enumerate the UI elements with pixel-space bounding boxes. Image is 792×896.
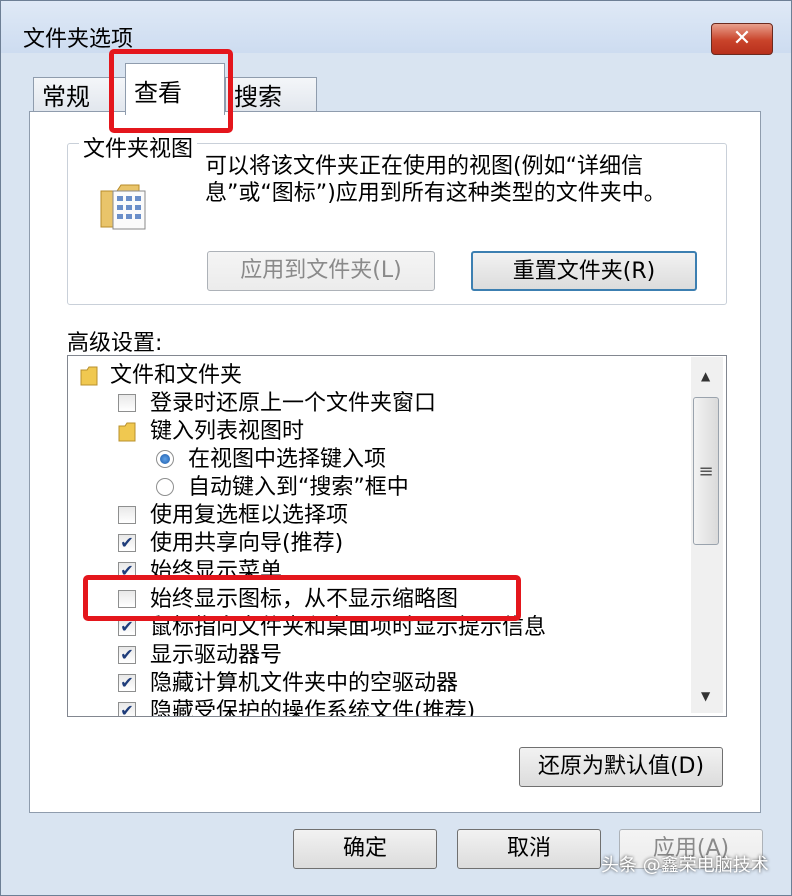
checkbox[interactable] <box>118 394 136 412</box>
folder-icon <box>80 366 98 386</box>
checkbox[interactable] <box>118 506 136 524</box>
option-label: 隐藏受保护的操作系统文件(推荐) <box>150 699 476 717</box>
folder-options-dialog: 文件夹选项 ✕ 常规 查看 搜索 文件夹视图 可以将该文件夹正在使用的视图(例如… <box>0 0 792 896</box>
option-label: 登录时还原上一个文件夹窗口 <box>150 391 437 416</box>
tab-search[interactable]: 搜索 <box>225 77 317 113</box>
tree-label: 键入列表视图时 <box>150 419 305 444</box>
option-label: 自动键入到“搜索”框中 <box>188 475 409 500</box>
advanced-settings-label: 高级设置: <box>67 331 163 356</box>
option-label: 使用复选框以选择项 <box>150 503 349 528</box>
checkbox[interactable]: ✔ <box>118 646 136 664</box>
checkbox[interactable]: ✔ <box>118 674 136 692</box>
option-label: 隐藏计算机文件夹中的空驱动器 <box>150 671 459 696</box>
option-hide-protected-files[interactable]: ✔ 隐藏受保护的操作系统文件(推荐) <box>118 698 476 717</box>
radio-button[interactable] <box>156 450 174 468</box>
title-bar: 文件夹选项 ✕ <box>1 1 791 55</box>
checkbox[interactable]: ✔ <box>118 534 136 552</box>
checkbox[interactable]: ✔ <box>118 702 136 716</box>
folder-views-title: 文件夹视图 <box>79 131 198 163</box>
ok-button[interactable]: 确定 <box>293 829 437 869</box>
close-button[interactable]: ✕ <box>711 23 773 55</box>
option-restore-windows[interactable]: 登录时还原上一个文件夹窗口 <box>118 390 436 418</box>
watermark: 头条 @鑫荣电脑技术 <box>601 855 769 876</box>
tree-folder-typing: 键入列表视图时 <box>118 418 304 446</box>
folder-view-icon <box>100 184 146 230</box>
cancel-button[interactable]: 取消 <box>457 829 601 869</box>
option-label: 使用共享向导(推荐) <box>150 531 344 556</box>
option-type-into-search[interactable]: 自动键入到“搜索”框中 <box>156 474 409 502</box>
reset-folders-button[interactable]: 重置文件夹(R) <box>471 251 697 291</box>
highlight-view-tab <box>109 49 233 133</box>
scroll-thumb[interactable]: ≡ <box>693 397 719 545</box>
tree-folder-files: 文件和文件夹 <box>80 362 242 390</box>
tree-scrollbar[interactable]: ▲ ≡ ▼ <box>691 357 723 713</box>
tree-label: 文件和文件夹 <box>110 363 243 388</box>
radio-button[interactable] <box>156 478 174 496</box>
scroll-down-icon[interactable]: ▼ <box>701 689 710 703</box>
option-label: 显示驱动器号 <box>150 643 283 668</box>
highlight-always-show-icons <box>83 575 521 621</box>
option-sharing-wizard[interactable]: ✔ 使用共享向导(推荐) <box>118 530 343 558</box>
option-label: 在视图中选择键入项 <box>188 447 387 472</box>
folder-views-description: 可以将该文件夹正在使用的视图(例如“详细信息”或“图标”)应用到所有这种类型的文… <box>205 154 666 206</box>
advanced-settings-tree[interactable]: 文件和文件夹 登录时还原上一个文件夹窗口 键入列表视图时 在视图中选择键入项 自… <box>67 355 727 717</box>
restore-defaults-button[interactable]: 还原为默认值(D) <box>519 747 723 787</box>
option-show-drive-letters[interactable]: ✔ 显示驱动器号 <box>118 642 282 670</box>
scroll-up-icon[interactable]: ▲ <box>701 369 710 383</box>
option-hide-empty-drives[interactable]: ✔ 隐藏计算机文件夹中的空驱动器 <box>118 670 458 698</box>
folder-icon <box>118 422 136 442</box>
option-use-checkboxes[interactable]: 使用复选框以选择项 <box>118 502 348 530</box>
option-select-typed[interactable]: 在视图中选择键入项 <box>156 446 386 474</box>
apply-to-folders-button[interactable]: 应用到文件夹(L) <box>207 251 435 291</box>
